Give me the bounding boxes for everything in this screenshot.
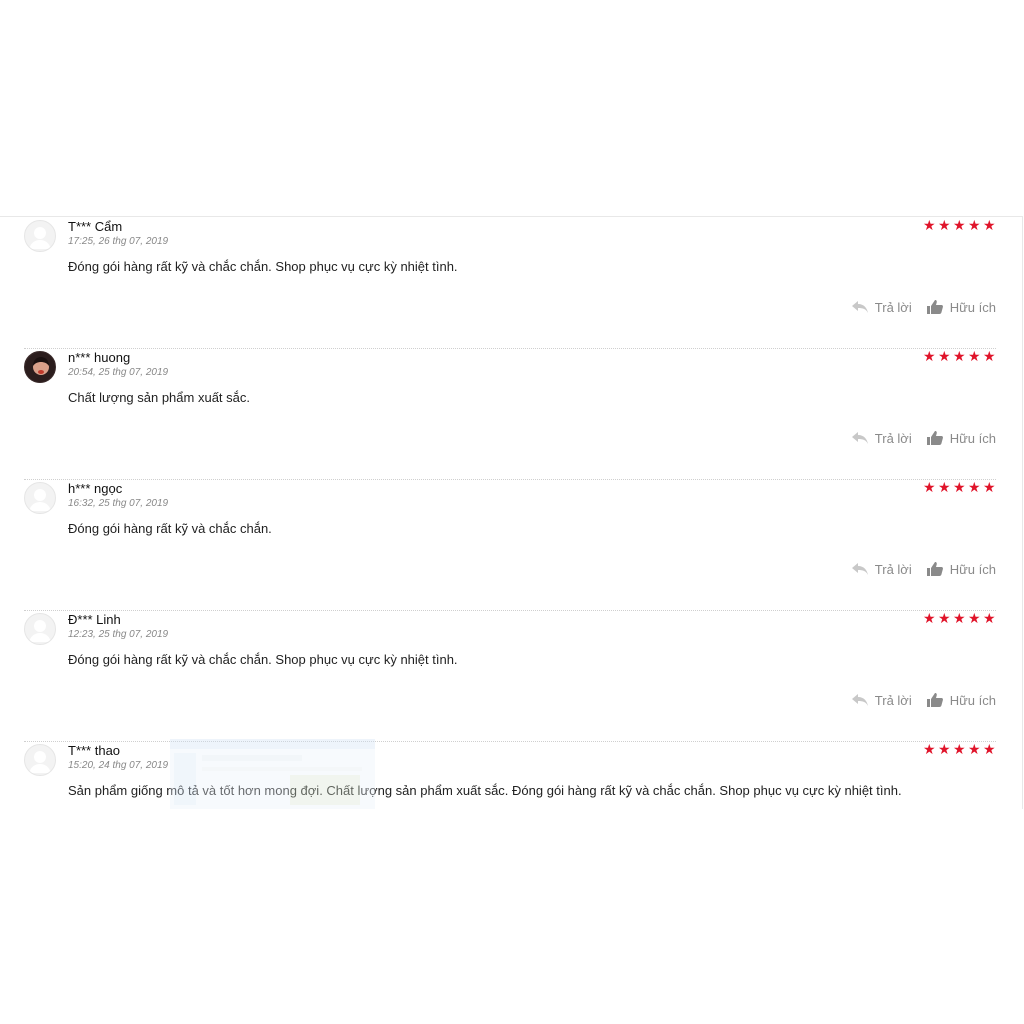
reply-label: Trả lời <box>874 299 912 315</box>
default-avatar-icon <box>24 613 56 645</box>
star-icon: ★ <box>938 348 951 364</box>
star-icon: ★ <box>953 741 966 757</box>
star-icon: ★ <box>983 479 996 495</box>
review-date: 12:23, 25 thg 07, 2019 <box>68 629 169 640</box>
star-icon: ★ <box>983 610 996 626</box>
reply-icon <box>851 563 868 575</box>
review-date: 20:54, 25 thg 07, 2019 <box>68 367 169 378</box>
star-icon: ★ <box>938 217 951 233</box>
review-item: Đ*** Linh 12:23, 25 thg 07, 2019 ★ ★ ★ ★ ★ Đ… <box>24 610 996 742</box>
review-comment: Chất lượng sản phẩm xuất sắc. <box>68 390 250 405</box>
reply-button[interactable]: Trả lời <box>851 562 912 577</box>
review-item: h*** ngọc 16:32, 25 thg 07, 2019 ★ ★ ★ ★ ★ Đ… <box>24 479 996 611</box>
helpful-label: Hữu ích <box>949 692 996 708</box>
helpful-button[interactable]: Hữu ích <box>926 561 996 577</box>
helpful-label: Hữu ích <box>949 561 996 577</box>
review-date: 17:25, 26 thg 07, 2019 <box>68 236 169 247</box>
star-icon: ★ <box>953 348 966 364</box>
review-actions: Trả lời Hữu ích <box>851 430 996 446</box>
rating-stars: ★ ★ ★ ★ ★ <box>923 479 996 495</box>
star-icon: ★ <box>923 610 936 626</box>
reply-label: Trả lời <box>874 692 912 708</box>
star-icon: ★ <box>923 479 936 495</box>
helpful-button[interactable]: Hữu ích <box>926 430 996 446</box>
rating-stars: ★ ★ ★ ★ ★ <box>923 217 996 233</box>
star-icon: ★ <box>968 217 981 233</box>
helpful-button[interactable]: Hữu ích <box>926 299 996 315</box>
thumbs-up-icon <box>926 300 943 314</box>
rating-stars: ★ ★ ★ ★ ★ <box>923 348 996 364</box>
star-icon: ★ <box>923 741 936 757</box>
reply-button[interactable]: Trả lời <box>851 431 912 446</box>
default-avatar-icon <box>24 482 56 514</box>
star-icon: ★ <box>968 479 981 495</box>
reviewer-name: T*** Cẩm <box>68 219 123 234</box>
review-comment: Đóng gói hàng rất kỹ và chắc chắn. Shop … <box>68 259 458 274</box>
review-actions: Trả lời Hữu ích <box>851 692 996 708</box>
star-icon: ★ <box>953 479 966 495</box>
reply-label: Trả lời <box>874 430 912 446</box>
star-icon: ★ <box>968 610 981 626</box>
helpful-button[interactable]: Hữu ích <box>926 692 996 708</box>
reply-icon <box>851 694 868 706</box>
review-comment: Đóng gói hàng rất kỹ và chắc chắn. Shop … <box>68 652 458 667</box>
helpful-label: Hữu ích <box>949 430 996 446</box>
review-list: T*** Cẩm 17:25, 26 thg 07, 2019 ★ ★ ★ ★ ★ Đó… <box>0 216 1023 809</box>
user-photo <box>24 351 56 383</box>
star-icon: ★ <box>953 217 966 233</box>
star-icon: ★ <box>953 610 966 626</box>
star-icon: ★ <box>938 610 951 626</box>
star-icon: ★ <box>968 741 981 757</box>
reply-label: Trả lời <box>874 561 912 577</box>
star-icon: ★ <box>938 741 951 757</box>
faded-watermark-image <box>170 739 375 809</box>
reviewer-name: T*** thao <box>68 743 121 758</box>
reply-button[interactable]: Trả lời <box>851 300 912 315</box>
reply-icon <box>851 432 868 444</box>
thumbs-up-icon <box>926 431 943 445</box>
star-icon: ★ <box>923 217 936 233</box>
review-actions: Trả lời Hữu ích <box>851 561 996 577</box>
star-icon: ★ <box>938 479 951 495</box>
star-icon: ★ <box>983 741 996 757</box>
rating-stars: ★ ★ ★ ★ ★ <box>923 610 996 626</box>
star-icon: ★ <box>983 348 996 364</box>
rating-stars: ★ ★ ★ ★ ★ <box>923 741 996 757</box>
review-item: n*** huong 20:54, 25 thg 07, 2019 ★ ★ ★ ★ ★ … <box>24 348 996 480</box>
star-icon: ★ <box>968 348 981 364</box>
reviewer-name: h*** ngọc <box>68 481 123 496</box>
thumbs-up-icon <box>926 562 943 576</box>
thumbs-up-icon <box>926 693 943 707</box>
reviewer-name: Đ*** Linh <box>68 612 121 627</box>
review-date: 15:20, 24 thg 07, 2019 <box>68 760 169 771</box>
default-avatar-icon <box>24 744 56 776</box>
review-date: 16:32, 25 thg 07, 2019 <box>68 498 169 509</box>
star-icon: ★ <box>983 217 996 233</box>
reviewer-name: n*** huong <box>68 350 131 365</box>
helpful-label: Hữu ích <box>949 299 996 315</box>
reply-button[interactable]: Trả lời <box>851 693 912 708</box>
review-item: T*** Cẩm 17:25, 26 thg 07, 2019 ★ ★ ★ ★ ★ Đó… <box>24 217 996 349</box>
reply-icon <box>851 301 868 313</box>
review-comment: Đóng gói hàng rất kỹ và chắc chắn. <box>68 521 272 536</box>
default-avatar-icon <box>24 220 56 252</box>
review-actions: Trả lời Hữu ích <box>851 299 996 315</box>
star-icon: ★ <box>923 348 936 364</box>
